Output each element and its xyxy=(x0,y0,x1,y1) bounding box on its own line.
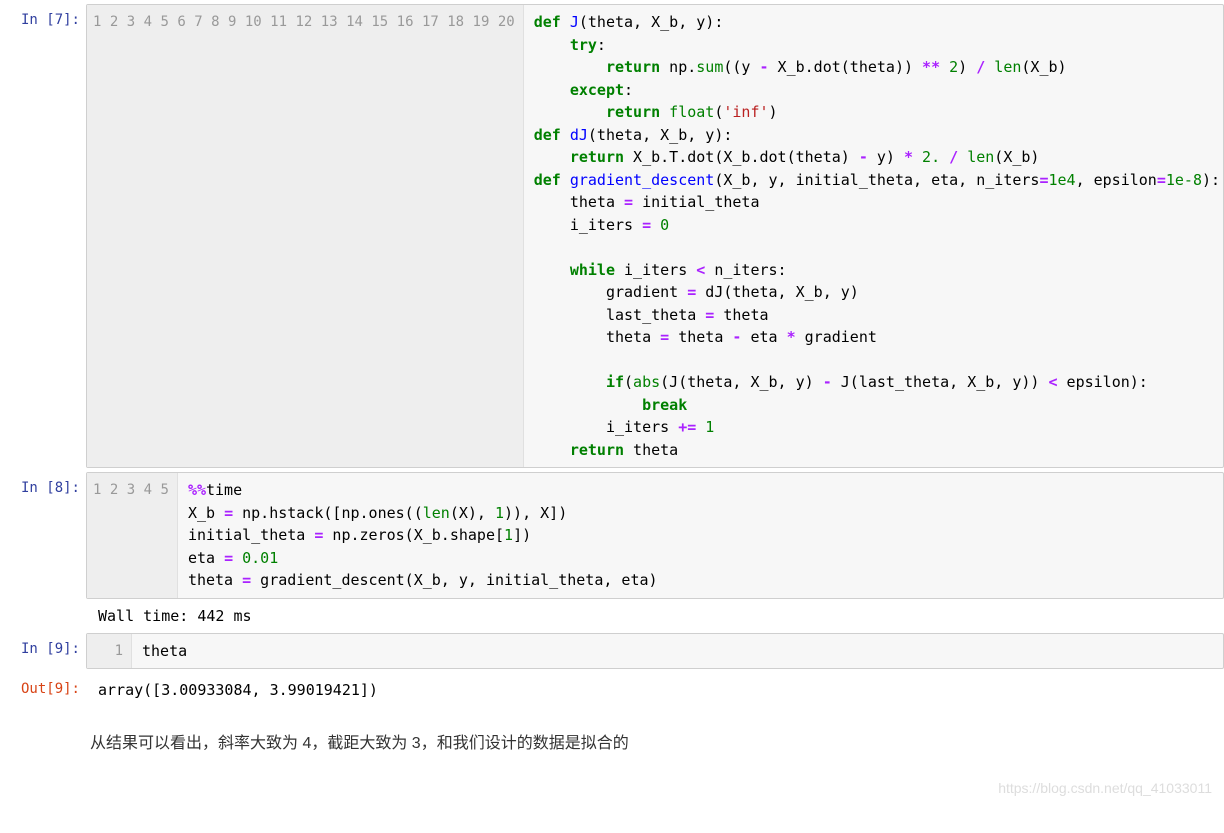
gutter-8: 1 2 3 4 5 xyxy=(87,473,178,598)
code-box-9[interactable]: 1 theta xyxy=(86,633,1224,670)
code-content-8[interactable]: %%time X_b = np.hstack([np.ones((len(X),… xyxy=(178,473,1223,598)
prompt-out-9: Out[9]: xyxy=(0,673,86,697)
cell-out-9: Out[9]: array([3.00933084, 3.99019421]) xyxy=(0,673,1224,703)
out-area-9: array([3.00933084, 3.99019421]) xyxy=(86,673,1224,703)
code-content-9[interactable]: theta xyxy=(132,634,1223,669)
code-area-8: 1 2 3 4 5 %%time X_b = np.hstack([np.one… xyxy=(86,472,1224,629)
gutter-7: 1 2 3 4 5 6 7 8 9 10 11 12 13 14 15 16 1… xyxy=(87,5,524,467)
watermark: https://blog.csdn.net/qq_41033011 xyxy=(998,780,1212,796)
output-9: array([3.00933084, 3.99019421]) xyxy=(86,673,1224,703)
code-content-7[interactable]: def J(theta, X_b, y): try: return np.sum… xyxy=(524,5,1223,467)
cell-in-7: In [7]: 1 2 3 4 5 6 7 8 9 10 11 12 13 14… xyxy=(0,4,1224,468)
cell-in-8: In [8]: 1 2 3 4 5 %%time X_b = np.hstack… xyxy=(0,472,1224,629)
code-area-9: 1 theta xyxy=(86,633,1224,670)
gutter-9: 1 xyxy=(87,634,132,669)
output-8: Wall time: 442 ms xyxy=(86,599,1224,629)
commentary-text: 从结果可以看出，斜率大致为 4，截距大致为 3，和我们设计的数据是拟合的 xyxy=(90,729,1224,753)
prompt-in-8: In [8]: xyxy=(0,472,86,496)
code-area-7: 1 2 3 4 5 6 7 8 9 10 11 12 13 14 15 16 1… xyxy=(86,4,1224,468)
prompt-in-7: In [7]: xyxy=(0,4,86,28)
cell-in-9: In [9]: 1 theta xyxy=(0,633,1224,670)
code-box-8[interactable]: 1 2 3 4 5 %%time X_b = np.hstack([np.one… xyxy=(86,472,1224,599)
code-box-7[interactable]: 1 2 3 4 5 6 7 8 9 10 11 12 13 14 15 16 1… xyxy=(86,4,1224,468)
prompt-in-9: In [9]: xyxy=(0,633,86,657)
